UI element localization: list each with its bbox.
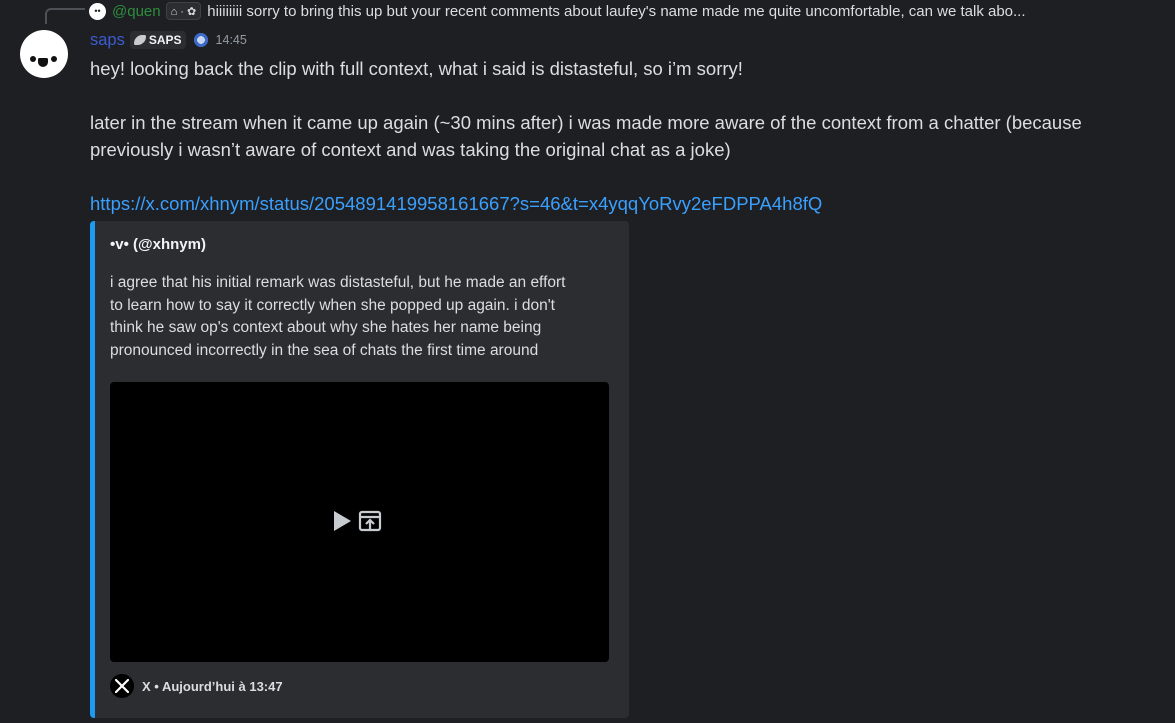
author-username[interactable]: saps [90,31,125,50]
embed-footer-text: X • Aujourd’hui à 13:47 [142,678,283,694]
embed-video[interactable] [110,382,609,662]
message-line-3: previously i wasn’t aware of context and… [90,139,731,160]
video-controls [332,510,382,532]
message-timestamp[interactable]: 14:45 [216,33,247,47]
role-badge-icon[interactable] [191,31,210,49]
leaf-icon [133,35,146,45]
embed-description-line: think he saw op's context about why she … [110,319,542,336]
message-line-1: hey! looking back the clip with full con… [90,58,743,79]
chat-view: •• @quen ⌂ · ✿ hiiiiiiii sorry to bring … [0,0,1175,723]
embed-footer: X • Aujourd’hui à 13:47 [110,674,283,698]
avatar[interactable] [20,30,68,78]
embed-description: i agree that his initial remark was dist… [110,272,610,362]
reply-preview-text[interactable]: hiiiiiiii sorry to bring this up but you… [207,3,1025,20]
clan-tag-label: SAPS [148,33,182,47]
tweet-link[interactable]: https://x.com/xhnym/status/2054891419958… [90,193,822,214]
reply-reference[interactable]: •• @quen ⌂ · ✿ hiiiiiiii sorry to bring … [89,0,1175,22]
tweet-embed: •v• (@xhnym) i agree that his initial re… [90,221,629,718]
avatar-eye-icon [51,56,57,62]
reply-clan-tag[interactable]: ⌂ · ✿ [165,2,202,20]
x-logo-icon [110,674,134,698]
open-external-icon[interactable] [358,510,382,532]
embed-description-line: to learn how to say it correctly when sh… [110,296,555,314]
reply-avatar[interactable]: •• [89,2,106,20]
avatar-eye-icon [30,56,36,62]
avatar-mouth-icon [38,58,48,67]
reply-username[interactable]: @quen [112,3,161,20]
reply-connector [45,8,85,24]
embed-description-line: i agree that his initial remark was dist… [110,274,566,291]
message-header: saps SAPS 14:45 [90,28,247,52]
embed-description-line: pronounced incorrectly in the sea of cha… [110,341,539,359]
clan-tag[interactable]: SAPS [129,31,186,49]
embed-accent-bar [90,221,95,718]
message-link-line: https://x.com/xhnym/status/2054891419958… [90,190,1150,217]
message-line-2: later in the stream when it came up agai… [90,112,1082,133]
embed-author[interactable]: •v• (@xhnym) [110,236,206,253]
play-icon[interactable] [332,510,352,532]
